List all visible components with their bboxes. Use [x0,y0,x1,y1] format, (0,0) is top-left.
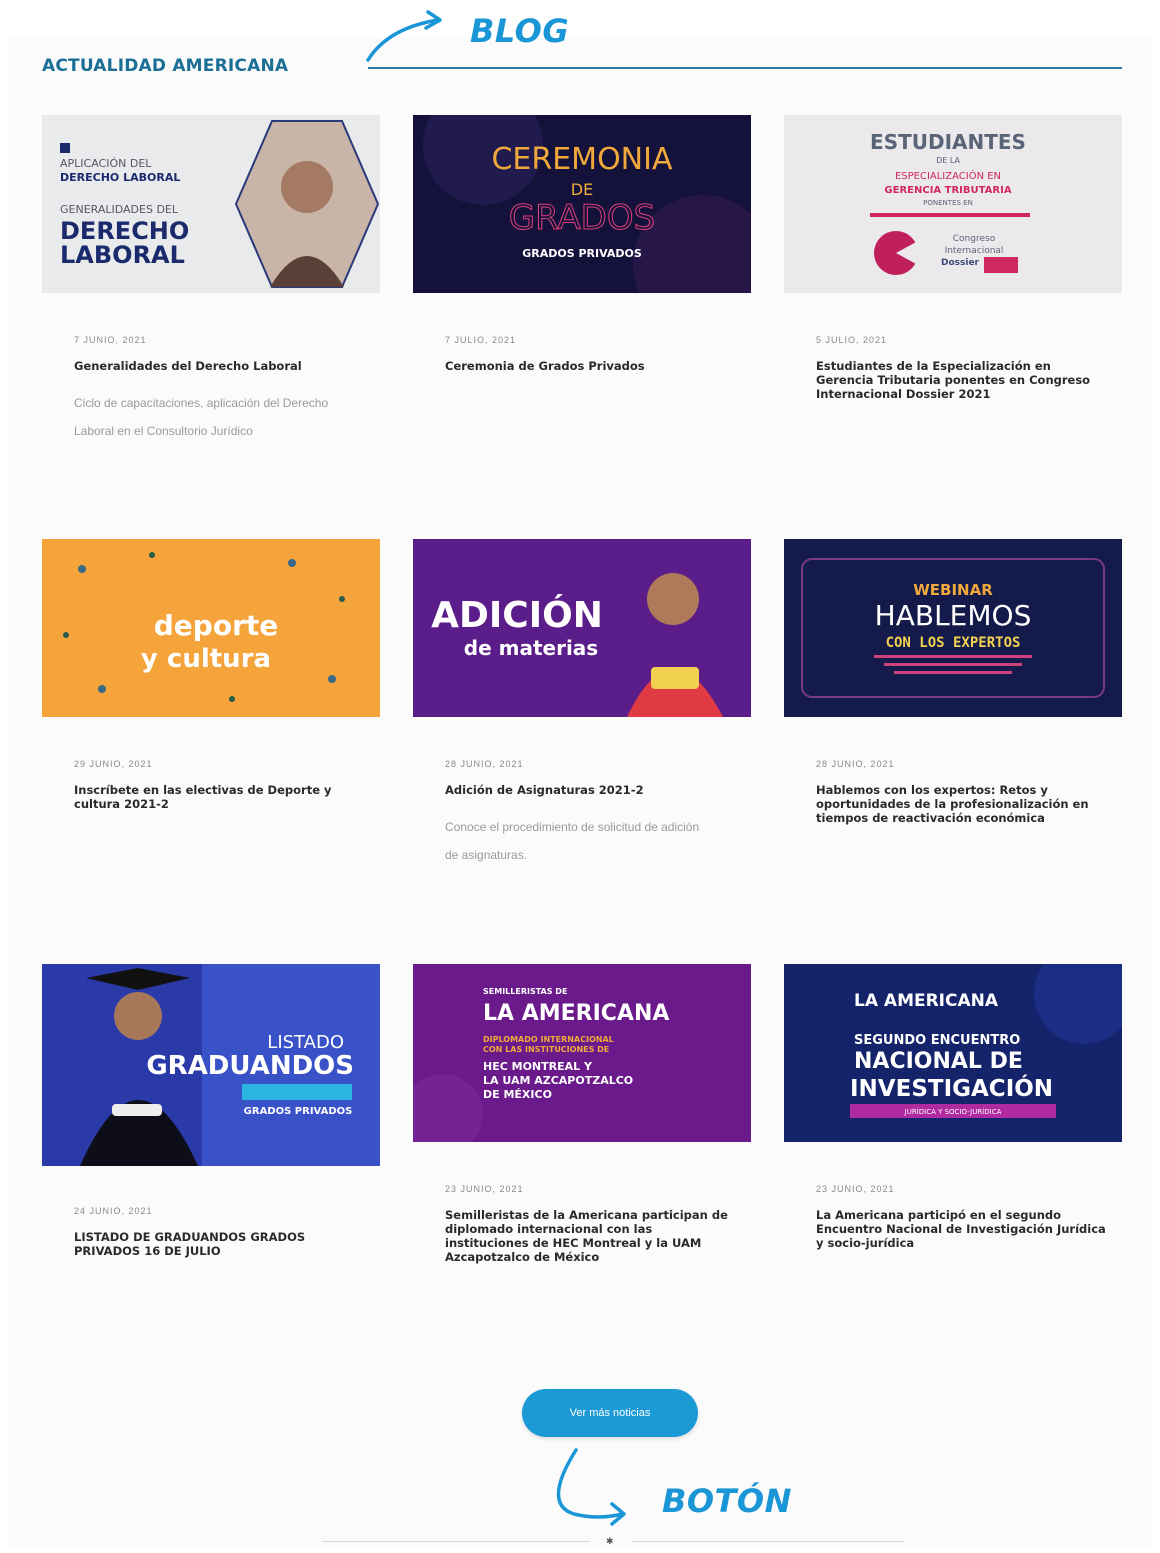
news-card-image[interactable]: CEREMONIA DE GRADOS GRADOS PRIVADOS [413,115,751,293]
news-card-image[interactable]: APLICACIÓN DEL DERECHO LABORAL GENERALID… [42,115,380,293]
svg-text:LISTADO: LISTADO [267,1032,344,1053]
svg-text:GRADUANDOS: GRADUANDOS [146,1051,354,1081]
news-card-excerpt: Conoce el procedimiento de solicitud de … [445,820,700,862]
svg-text:DE LA: DE LA [936,156,960,165]
svg-text:Dossier: Dossier [941,258,980,268]
svg-text:SEGUNDO ENCUENTRO: SEGUNDO ENCUENTRO [854,1033,1020,1048]
news-card-date: 7 junio, 2021 [74,335,147,345]
news-card-date: 5 julio, 2021 [816,335,888,345]
svg-text:HEC MONTREAL Y: HEC MONTREAL Y [483,1060,593,1073]
svg-text:HABLEMOS: HABLEMOS [875,599,1032,632]
svg-text:LA AMERICANA: LA AMERICANA [854,991,999,1011]
svg-text:ADICIÓN: ADICIÓN [431,594,603,636]
news-card-date: 28 junio, 2021 [445,759,524,769]
news-card-title[interactable]: Adición de Asignaturas 2021-2 [445,783,735,797]
news-card-image[interactable]: WEBINAR HABLEMOS CON LOS EXPERTOS [784,539,1122,717]
news-card-image[interactable]: deporte y cultura [42,539,380,717]
news-card-title[interactable]: LISTADO DE GRADUANDOS GRADOS PRIVADOS 16… [74,1230,364,1258]
svg-text:NACIONAL DE: NACIONAL DE [854,1049,1023,1074]
button-annotation: BOTÓN [662,1482,792,1520]
news-card-image[interactable]: SEMILLERISTAS DE LA AMERICANA DIPLOMADO … [413,964,751,1142]
svg-text:y cultura: y cultura [141,644,271,674]
svg-text:SEMILLERISTAS DE: SEMILLERISTAS DE [483,987,567,996]
blog-annotation: BLOG [470,12,570,50]
svg-text:GRADOS PRIVADOS: GRADOS PRIVADOS [522,247,642,260]
news-card-image[interactable]: ESTUDIANTES DE LA ESPECIALIZACIÓN EN GER… [784,115,1122,293]
news-card-title[interactable]: Hablemos con los expertos: Retos y oport… [816,783,1106,825]
svg-text:GERENCIA TRIBUTARIA: GERENCIA TRIBUTARIA [884,185,1011,196]
svg-text:Internacional: Internacional [945,246,1004,256]
footer-divider-left [322,1541,590,1542]
svg-text:DE MÉXICO: DE MÉXICO [483,1088,552,1101]
news-card-date: 29 junio, 2021 [74,759,153,769]
svg-text:Congreso: Congreso [953,234,996,244]
svg-text:APLICACIÓN DEL: APLICACIÓN DEL [60,157,152,170]
svg-text:CON LOS EXPERTOS: CON LOS EXPERTOS [886,635,1021,651]
footer-ornament-icon: ✱ [606,1536,614,1546]
more-news-button[interactable]: Ver más noticias [522,1389,698,1437]
news-card-title[interactable]: Estudiantes de la Especialización en Ger… [816,359,1106,401]
news-card-date: 23 junio, 2021 [445,1184,524,1194]
news-card-date: 28 junio, 2021 [816,759,895,769]
svg-text:CON LAS INSTITUCIONES DE: CON LAS INSTITUCIONES DE [483,1045,609,1054]
svg-text:DERECHO LABORAL: DERECHO LABORAL [60,171,180,184]
news-card-date: 23 junio, 2021 [816,1184,895,1194]
news-card-image[interactable]: LA AMERICANA SEGUNDO ENCUENTRO NACIONAL … [784,964,1122,1142]
news-card-title[interactable]: Inscríbete en las electivas de Deporte y… [74,783,364,811]
news-card-title[interactable]: La Americana participó en el segundo Enc… [816,1208,1106,1250]
news-card-image[interactable]: LISTADO GRADUANDOS GRADOS PRIVADOS [42,964,380,1166]
svg-text:ESPECIALIZACIÓN EN: ESPECIALIZACIÓN EN [895,169,1001,182]
svg-text:WEBINAR: WEBINAR [913,581,993,599]
news-card-title[interactable]: Ceremonia de Grados Privados [445,359,735,373]
news-card-date: 24 junio, 2021 [74,1206,153,1216]
svg-text:LA AMERICANA: LA AMERICANA [483,1001,669,1026]
news-card-date: 7 julio, 2021 [445,335,517,345]
svg-text:INVESTIGACIÓN: INVESTIGACIÓN [850,1074,1053,1102]
svg-text:GENERALIDADES DEL: GENERALIDADES DEL [60,203,179,216]
svg-text:de materias: de materias [464,636,598,660]
svg-text:DIPLOMADO INTERNACIONAL: DIPLOMADO INTERNACIONAL [483,1035,614,1044]
svg-text:DE: DE [571,180,593,199]
section-divider [368,67,1122,69]
svg-text:PONENTES EN: PONENTES EN [923,199,973,207]
news-card-image[interactable]: ADICIÓN de materias [413,539,751,717]
section-title: ACTUALIDAD AMERICANA [42,56,289,76]
svg-text:LA UAM AZCAPOTZALCO: LA UAM AZCAPOTZALCO [483,1074,633,1087]
news-card-title[interactable]: Generalidades del Derecho Laboral [74,359,364,373]
button-annotation-arrow-icon [556,1448,626,1526]
svg-text:JURÍDICA Y SOCIO-JURÍDICA: JURÍDICA Y SOCIO-JURÍDICA [904,1107,1002,1116]
footer-divider-right [632,1541,904,1542]
svg-text:GRADOS PRIVADOS: GRADOS PRIVADOS [244,1106,353,1117]
section-header: ACTUALIDAD AMERICANA [42,56,1122,80]
svg-text:GRADOS: GRADOS [509,198,655,238]
svg-text:LABORAL: LABORAL [60,241,185,269]
svg-text:deporte: deporte [154,609,279,642]
news-card-title[interactable]: Semilleristas de la Americana participan… [445,1208,735,1264]
news-card-excerpt: Ciclo de capacitaciones, aplicación del … [74,396,329,438]
svg-text:ESTUDIANTES: ESTUDIANTES [870,130,1026,154]
svg-text:CEREMONIA: CEREMONIA [491,142,672,177]
